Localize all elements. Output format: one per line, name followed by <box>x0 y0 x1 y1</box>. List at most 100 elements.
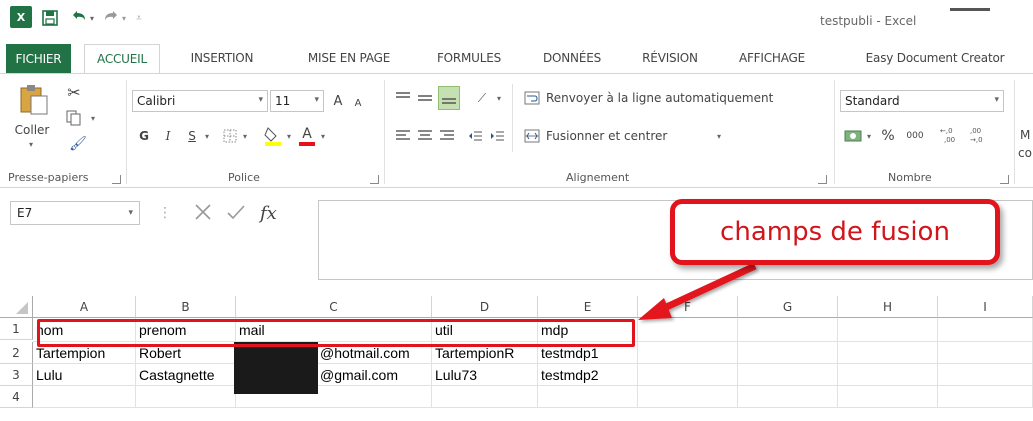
grow-font-button[interactable]: A <box>330 90 346 112</box>
increase-decimal-icon[interactable]: ←,0,00 <box>936 122 964 148</box>
name-box[interactable]: E7 ▾ <box>10 201 140 225</box>
cut-icon[interactable]: ✂ <box>62 82 86 102</box>
italic-button[interactable]: I <box>160 126 176 146</box>
column-header-i[interactable]: I <box>938 296 1033 318</box>
wrap-text-button[interactable]: Renvoyer à la ligne automatiquement <box>546 88 773 108</box>
column-header-a[interactable]: A <box>33 296 136 318</box>
cell-a3[interactable]: Lulu <box>33 364 136 386</box>
tab-affichage[interactable]: AFFICHAGE <box>722 44 822 74</box>
cell-h1[interactable] <box>838 318 938 342</box>
align-middle-icon[interactable] <box>416 88 434 108</box>
align-left-icon[interactable] <box>394 126 412 146</box>
cell-h3[interactable] <box>838 364 938 386</box>
cell-h2[interactable] <box>838 342 938 364</box>
tab-accueil[interactable]: ACCUEIL <box>84 44 160 75</box>
decrease-decimal-icon[interactable]: ,00 →,0 <box>966 122 994 148</box>
align-right-icon[interactable] <box>438 126 456 146</box>
cell-i2[interactable] <box>938 342 1033 364</box>
currency-dropdown-icon[interactable]: ▾ <box>864 128 874 144</box>
fill-color-icon[interactable] <box>262 124 284 148</box>
column-header-b[interactable]: B <box>136 296 236 318</box>
column-header-c[interactable]: C <box>236 296 432 318</box>
row-header-3[interactable]: 3 <box>0 364 33 386</box>
cell-d3[interactable]: Lulu73 <box>432 364 538 386</box>
tab-easy-document-creator[interactable]: Easy Document Creator <box>840 44 1030 74</box>
percent-button[interactable]: % <box>878 126 898 146</box>
font-color-dropdown-icon[interactable]: ▾ <box>318 128 328 144</box>
shrink-font-button[interactable]: A <box>350 94 366 112</box>
cell-i3[interactable] <box>938 364 1033 386</box>
minimize-icon[interactable] <box>950 8 990 11</box>
alignment-launcher-icon[interactable] <box>818 175 827 184</box>
font-launcher-icon[interactable] <box>370 175 379 184</box>
decrease-indent-icon[interactable] <box>466 126 484 146</box>
paste-icon[interactable] <box>14 82 54 116</box>
currency-icon[interactable] <box>842 126 864 146</box>
column-header-d[interactable]: D <box>432 296 538 318</box>
paste-dropdown-icon[interactable]: ▾ <box>24 138 38 150</box>
number-launcher-icon[interactable] <box>1000 175 1009 184</box>
format-painter-icon[interactable]: 🖌 <box>66 134 90 154</box>
copy-dropdown-icon[interactable]: ▾ <box>88 112 98 124</box>
thousands-button[interactable]: 000 <box>902 126 928 146</box>
wrap-text-icon[interactable] <box>520 88 544 108</box>
merge-center-icon[interactable] <box>520 126 544 146</box>
cancel-icon[interactable] <box>194 203 212 224</box>
tab-insertion[interactable]: INSERTION <box>174 44 270 74</box>
save-icon[interactable] <box>42 8 58 28</box>
insert-function-icon[interactable]: fx <box>260 203 277 224</box>
undo-dropdown-icon[interactable]: ▾ <box>90 8 94 28</box>
borders-icon[interactable] <box>220 126 240 146</box>
borders-dropdown-icon[interactable]: ▾ <box>240 128 250 144</box>
tab-formules[interactable]: FORMULES <box>426 44 512 74</box>
paste-button[interactable]: Coller <box>8 122 56 138</box>
font-name-select[interactable]: Calibri ▾ <box>132 90 268 112</box>
cell-f3[interactable] <box>638 364 738 386</box>
font-size-select[interactable]: 11 ▾ <box>270 90 324 112</box>
customize-toolbar-icon[interactable]: ⩡ <box>136 8 142 28</box>
fill-color-dropdown-icon[interactable]: ▾ <box>284 128 294 144</box>
underline-button[interactable]: S <box>184 126 200 146</box>
orientation-dropdown-icon[interactable]: ▾ <box>494 90 504 106</box>
font-color-button[interactable]: A <box>296 124 318 148</box>
column-header-h[interactable]: H <box>838 296 938 318</box>
underline-dropdown-icon[interactable]: ▾ <box>202 128 212 144</box>
column-header-e[interactable]: E <box>538 296 638 318</box>
clipboard-launcher-icon[interactable] <box>112 175 121 184</box>
cell-f2[interactable] <box>638 342 738 364</box>
cell-g4[interactable] <box>738 386 838 408</box>
tab-fichier[interactable]: FICHIER <box>6 44 71 74</box>
cell-b3[interactable]: Castagnette <box>136 364 236 386</box>
number-format-select[interactable]: Standard ▾ <box>840 90 1004 112</box>
cell-g3[interactable] <box>738 364 838 386</box>
align-top-icon[interactable] <box>394 88 412 108</box>
undo-icon[interactable] <box>70 8 88 28</box>
cell-f4[interactable] <box>638 386 738 408</box>
tab-mise-en-page[interactable]: MISE EN PAGE <box>289 44 409 74</box>
enter-icon[interactable] <box>226 203 246 224</box>
row-header-2[interactable]: 2 <box>0 342 33 364</box>
bold-button[interactable]: G <box>136 126 152 146</box>
row-header-1[interactable]: 1 <box>0 318 33 340</box>
merge-dropdown-icon[interactable]: ▾ <box>714 128 724 144</box>
cell-e4[interactable] <box>538 386 638 408</box>
cell-h4[interactable] <box>838 386 938 408</box>
cell-g2[interactable] <box>738 342 838 364</box>
align-bottom-icon[interactable] <box>438 86 460 110</box>
select-all-corner[interactable] <box>0 296 33 318</box>
cell-a4[interactable] <box>33 386 136 408</box>
redo-icon[interactable] <box>102 8 120 28</box>
merge-center-button[interactable]: Fusionner et centrer <box>546 126 667 146</box>
cell-d4[interactable] <box>432 386 538 408</box>
align-center-icon[interactable] <box>416 126 434 146</box>
cell-i1[interactable] <box>938 318 1033 342</box>
tab-revision[interactable]: RÉVISION <box>630 44 710 74</box>
redo-dropdown-icon[interactable]: ▾ <box>122 8 126 28</box>
cell-i4[interactable] <box>938 386 1033 408</box>
row-header-4[interactable]: 4 <box>0 386 33 408</box>
increase-indent-icon[interactable] <box>488 126 506 146</box>
orientation-icon[interactable]: ⟋ <box>472 88 492 108</box>
cell-b4[interactable] <box>136 386 236 408</box>
copy-icon[interactable] <box>62 108 86 128</box>
cell-e3[interactable]: testmdp2 <box>538 364 638 386</box>
